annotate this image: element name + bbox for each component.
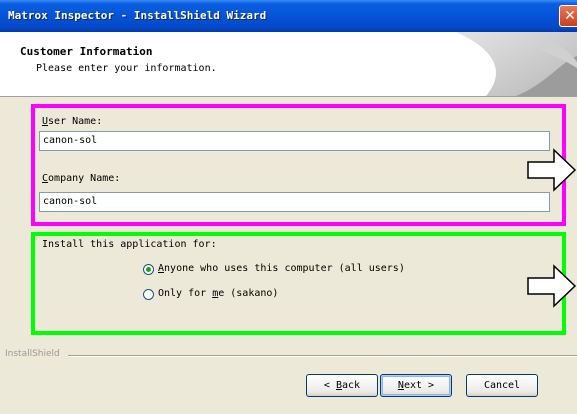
installshield-brand: InstallShield (5, 349, 60, 359)
wizard-banner-graphic (456, 32, 577, 96)
wizard-header: Customer Information Please enter your i… (0, 32, 577, 97)
window-title: Matrox Inspector - InstallShield Wizard (8, 9, 267, 22)
page-title: Customer Information (20, 45, 153, 58)
close-icon: ✕ (564, 8, 576, 24)
install-option-highlight-box (31, 232, 566, 335)
title-bar[interactable]: Matrox Inspector - InstallShield Wizard … (0, 0, 577, 32)
user-info-highlight-box (31, 104, 566, 226)
right-arrow-icon (527, 264, 577, 308)
footer-divider (68, 355, 577, 357)
next-button[interactable]: Next > (380, 374, 452, 397)
right-arrow-icon (527, 148, 577, 192)
cancel-button[interactable]: Cancel (466, 374, 538, 397)
installshield-window: Matrox Inspector - InstallShield Wizard … (0, 0, 577, 414)
close-button[interactable]: ✕ (559, 5, 577, 27)
back-button[interactable]: < Back (306, 374, 378, 397)
page-subtitle: Please enter your information. (36, 63, 217, 74)
